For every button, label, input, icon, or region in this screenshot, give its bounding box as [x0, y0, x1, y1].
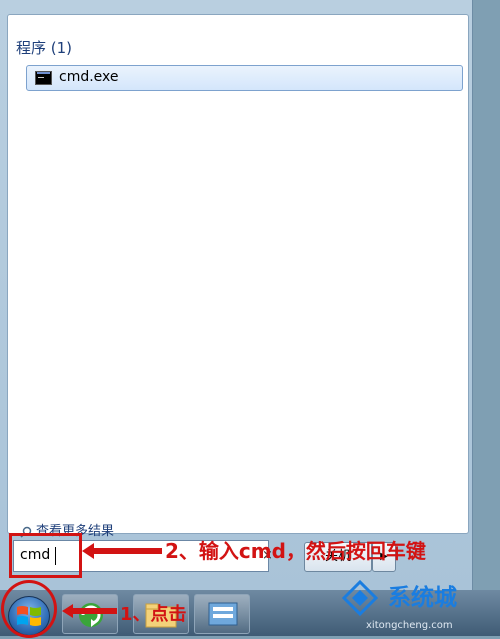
cmd-icon — [35, 71, 52, 85]
annotation-search-highlight — [9, 533, 82, 578]
search-results-pane: 程序 (1) cmd.exe 查看更多结果 — [7, 14, 469, 539]
start-menu: 程序 (1) cmd.exe 查看更多结果 cmd × 关机 ▶ — [0, 0, 473, 590]
watermark-brand: 系统城 — [388, 585, 457, 611]
taskbar-network-button[interactable] — [194, 594, 250, 634]
programs-section-header: 程序 (1) — [16, 39, 73, 57]
program-label: cmd.exe — [59, 69, 119, 85]
annotation-step2-text: 2、输入cmd，然后按回车键 — [165, 539, 426, 563]
annotation-arrow-step2 — [82, 543, 162, 559]
annotation-start-highlight — [1, 580, 57, 638]
annotation-step1-text: 1、点击 — [120, 604, 187, 625]
watermark-url: xitongcheng.com — [366, 620, 453, 631]
program-item-cmd[interactable]: cmd.exe — [26, 65, 463, 91]
annotation-arrow-step1 — [62, 604, 117, 618]
network-icon — [208, 602, 238, 626]
watermark-logo-icon — [341, 579, 379, 617]
